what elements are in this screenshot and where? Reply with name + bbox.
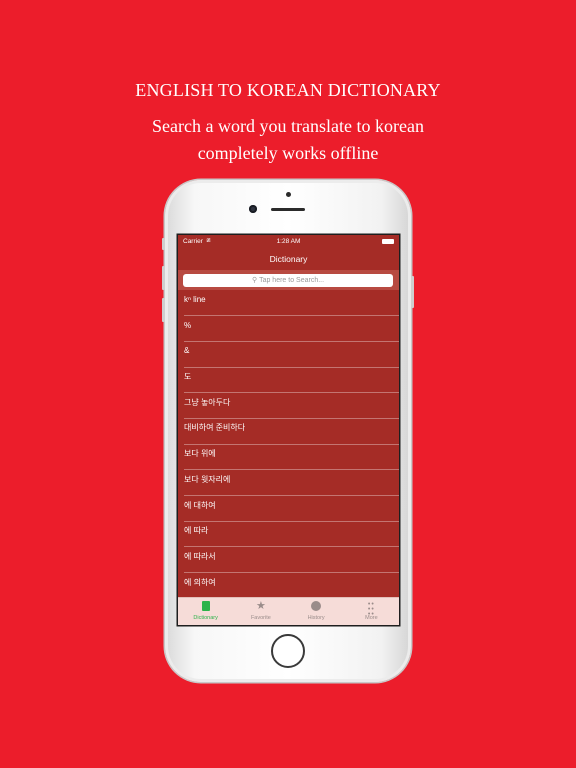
list-item[interactable]: 에 대하여 <box>178 496 399 522</box>
list-item[interactable]: % <box>178 316 399 342</box>
front-camera <box>249 205 257 213</box>
tab-label: Favorite <box>250 615 271 621</box>
tab-label: Dictionary <box>193 615 218 621</box>
tab-label: History <box>307 615 325 621</box>
list-item[interactable]: 보다 윗자리에 <box>178 470 399 496</box>
book-icon <box>178 599 233 614</box>
list-item[interactable]: 대비하여 준비하다 <box>178 418 399 444</box>
promo-title: ENGLISH TO KOREAN DICTIONARY <box>135 80 441 100</box>
list-item[interactable]: 에 따라 <box>178 521 399 547</box>
tab-label: More <box>365 615 378 621</box>
app-screen: Carrier ≇ 1:28 AM Dictionary ⚲ Tap here t… <box>178 235 399 625</box>
word-list[interactable]: kⁿ line % & 도 그냥 놓아두다 대비하여 준비하다 보다 위에 보다… <box>178 290 399 598</box>
star-icon: ★ <box>255 600 266 612</box>
proximity-sensor <box>286 192 291 197</box>
list-item[interactable]: & <box>178 341 399 367</box>
tab-favorite[interactable]: ★ Favorite <box>233 598 288 625</box>
battery-icon <box>382 239 394 244</box>
promo-subtitle-line1: Search a word you translate to korean <box>152 116 424 136</box>
tab-bar: Dictionary ★ Favorite History •• •• •• Mor… <box>178 597 399 625</box>
search-bar: ⚲ Tap here to Search... <box>178 270 399 290</box>
tab-history[interactable]: History <box>289 598 344 625</box>
promo-subtitle-line2: completely works offline <box>197 143 379 163</box>
more-icon: •• •• •• <box>367 601 375 618</box>
status-bar: Carrier ≇ 1:28 AM <box>178 235 399 248</box>
clock-icon <box>289 599 344 614</box>
earpiece-speaker <box>271 208 305 211</box>
list-item[interactable]: 에 따라서 <box>178 547 399 573</box>
search-icon: ⚲ <box>251 277 258 284</box>
list-item[interactable]: 도 <box>178 367 399 393</box>
power-button <box>411 276 414 308</box>
search-placeholder: Tap here to Search... <box>259 277 325 284</box>
list-item[interactable]: 보다 위에 <box>178 444 399 470</box>
nav-title: Dictionary <box>269 254 308 264</box>
list-item[interactable]: 그냥 놓아두다 <box>178 393 399 419</box>
search-input[interactable]: ⚲ Tap here to Search... <box>183 274 393 287</box>
list-item[interactable]: kⁿ line <box>178 290 399 316</box>
mute-switch <box>162 238 165 250</box>
tab-dictionary[interactable]: Dictionary <box>178 598 233 625</box>
volume-down-button <box>162 298 165 322</box>
list-item[interactable]: 에 의하여 <box>178 573 399 599</box>
home-button[interactable] <box>271 634 305 668</box>
tab-more[interactable]: •• •• •• More <box>344 598 399 625</box>
status-time: 1:28 AM <box>276 238 301 245</box>
volume-up-button <box>162 266 165 290</box>
